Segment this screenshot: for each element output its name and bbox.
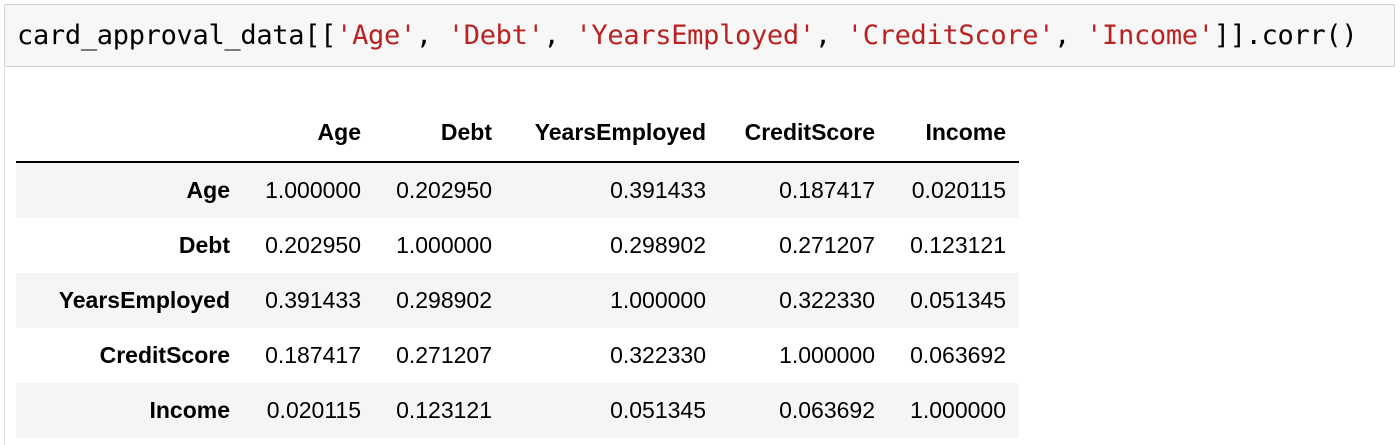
- code-separator: ,: [543, 20, 576, 51]
- row-label: CreditScore: [99, 342, 230, 368]
- column-header: Income: [888, 104, 1019, 163]
- row-label: Income: [149, 397, 230, 423]
- code-separator: ,: [1054, 20, 1087, 51]
- table-cell: 0.271207: [779, 232, 875, 258]
- table-cell: 0.020115: [911, 177, 1006, 203]
- table-cell: 0.271207: [396, 342, 492, 368]
- column-header: CreditScore: [719, 104, 888, 163]
- table-header: Age Debt YearsEmployed CreditScore Incom…: [16, 104, 1019, 163]
- code-string-credit-score: 'CreditScore': [846, 20, 1055, 51]
- output-area: Age Debt YearsEmployed CreditScore Incom…: [0, 67, 1400, 445]
- table-cell: 0.322330: [779, 287, 875, 313]
- code-string-age: 'Age': [336, 20, 416, 51]
- table-cell: 0.391433: [265, 287, 361, 313]
- table-cell: 1.000000: [610, 287, 706, 313]
- header-row: Age Debt YearsEmployed CreditScore Incom…: [16, 104, 1019, 163]
- table-cell: 0.020115: [266, 397, 361, 423]
- table-row: YearsEmployed 0.391433 0.298902 1.000000…: [16, 273, 1019, 328]
- table-cell: 0.322330: [610, 342, 706, 368]
- code-prefix: card_approval_data[[: [17, 20, 337, 51]
- table-cell: 1.000000: [779, 342, 875, 368]
- index-header: [16, 104, 243, 163]
- table-row: Income 0.020115 0.123121 0.051345 0.0636…: [16, 383, 1019, 438]
- table-body: Age 1.000000 0.202950 0.391433 0.187417 …: [16, 162, 1019, 438]
- table-row: CreditScore 0.187417 0.271207 0.322330 1…: [16, 328, 1019, 383]
- table-cell: 0.202950: [396, 177, 492, 203]
- table-cell: 0.187417: [779, 177, 875, 203]
- correlation-table: Age Debt YearsEmployed CreditScore Incom…: [16, 104, 1019, 438]
- code-suffix: ]].corr(): [1213, 20, 1358, 51]
- code-string-years-employed: 'YearsEmployed': [575, 20, 815, 51]
- code-input-cell[interactable]: card_approval_data[['Age', 'Debt', 'Year…: [4, 4, 1395, 67]
- table-cell: 0.063692: [779, 397, 875, 423]
- column-header: Debt: [374, 104, 505, 163]
- table-cell: 0.202950: [265, 232, 361, 258]
- table-cell: 0.123121: [396, 397, 492, 423]
- code-string-debt: 'Debt': [447, 20, 544, 51]
- code-string-income: 'Income': [1086, 20, 1214, 51]
- table-cell: 1.000000: [265, 177, 361, 203]
- table-cell: 0.298902: [610, 232, 706, 258]
- table-cell: 0.391433: [610, 177, 706, 203]
- table-row: Age 1.000000 0.202950 0.391433 0.187417 …: [16, 162, 1019, 218]
- table-cell: 0.123121: [910, 232, 1006, 258]
- table-cell: 0.298902: [396, 287, 492, 313]
- code-separator: ,: [415, 20, 448, 51]
- table-cell: 1.000000: [396, 232, 492, 258]
- row-label: Age: [186, 177, 230, 203]
- code-separator: ,: [814, 20, 847, 51]
- table-cell: 0.051345: [610, 397, 706, 423]
- row-label: YearsEmployed: [58, 287, 230, 313]
- code-line[interactable]: card_approval_data[['Age', 'Debt', 'Year…: [17, 19, 1358, 53]
- table-cell: 1.000000: [910, 397, 1006, 423]
- table-cell: 0.051345: [910, 287, 1006, 313]
- column-header: Age: [243, 104, 374, 163]
- row-label: Debt: [178, 232, 230, 258]
- column-header: YearsEmployed: [505, 104, 719, 163]
- table-cell: 0.063692: [910, 342, 1006, 368]
- table-cell: 0.187417: [265, 342, 361, 368]
- table-row: Debt 0.202950 1.000000 0.298902 0.271207…: [16, 218, 1019, 273]
